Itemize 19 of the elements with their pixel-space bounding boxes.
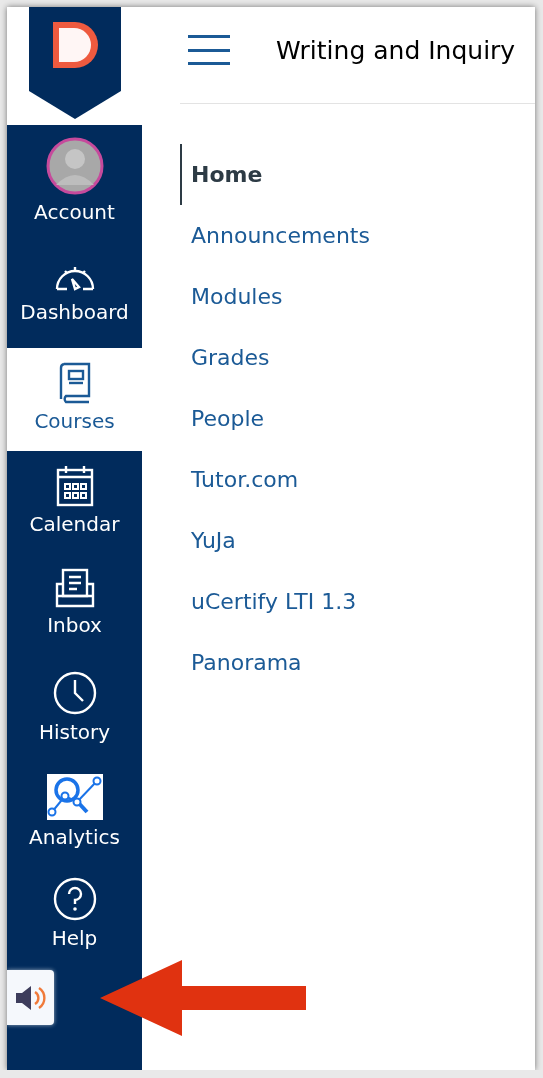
course-nav-link[interactable]: Panorama (180, 632, 302, 693)
clock-icon (52, 671, 97, 715)
help-icon (52, 877, 97, 921)
course-nav-link[interactable]: Grades (180, 327, 270, 388)
speaker-button[interactable] (7, 970, 54, 1025)
course-nav-link[interactable]: Home (180, 144, 263, 205)
avatar-icon (45, 137, 104, 195)
course-nav-link[interactable]: Announcements (180, 205, 370, 266)
calendar-icon (54, 465, 95, 507)
course-title: Writing and Inquiry (276, 35, 516, 65)
analytics-icon (46, 774, 103, 820)
course-nav-link[interactable]: YuJa (180, 510, 236, 571)
course-nav-link[interactable]: Modules (180, 266, 283, 327)
course-nav-link[interactable]: Tutor.com (180, 449, 299, 510)
course-nav-link[interactable]: People (180, 388, 265, 449)
course-nav-link[interactable]: uCertify LTI 1.3 (180, 571, 357, 632)
book-icon (57, 362, 92, 404)
global-nav-item[interactable]: Courses (7, 348, 142, 451)
menu-button[interactable] (188, 35, 230, 65)
